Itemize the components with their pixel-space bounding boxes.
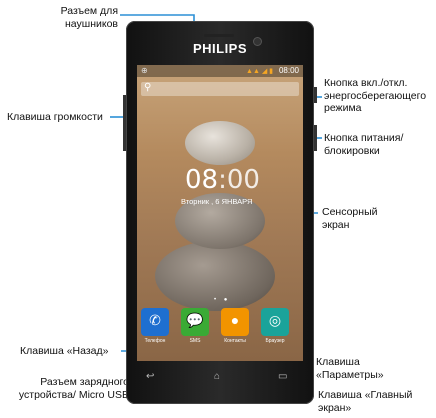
clock-widget: 08:00: [185, 165, 260, 195]
search-icon: ⚲: [144, 82, 152, 93]
callout-volume: Клавиша громкости: [7, 111, 103, 123]
phone-illustration: PHILIPS ⊕ ▲▲ ◢ ▮ 08:00 ⚲ 08:00 Вторник ,…: [123, 21, 317, 404]
app-browser[interactable]: ◎: [261, 308, 289, 336]
options-key[interactable]: ▭: [278, 371, 287, 382]
callout-touchscreen: Сенсорный экран: [322, 206, 378, 231]
app-phone-label: Телефон: [144, 338, 166, 344]
app-contacts[interactable]: ●: [221, 308, 249, 336]
callout-options: Клавиша «Параметры»: [316, 356, 384, 381]
app-phone[interactable]: ✆: [141, 308, 169, 336]
contacts-icon: ●: [230, 312, 240, 328]
callout-headphone: Разъем для наушников: [60, 5, 118, 30]
phone-icon: ✆: [149, 312, 161, 328]
date-label: Вторник , 6 ЯНВАРЯ: [181, 197, 253, 206]
status-bar: ⊕ ▲▲ ◢ ▮ 08:00: [137, 65, 303, 77]
power-key: [314, 125, 317, 151]
callout-power-save: Кнопка вкл./откл. энергосберегающего реж…: [324, 77, 427, 114]
globe-icon: ◎: [268, 312, 282, 328]
app-contacts-label: Контакты: [224, 338, 246, 344]
app-sms-label: SMS: [189, 338, 201, 344]
home-key[interactable]: ⌂: [214, 371, 220, 382]
search-bar[interactable]: ⚲: [141, 82, 299, 96]
clock-minutes: :00: [218, 165, 260, 195]
back-key[interactable]: ↩: [146, 371, 154, 382]
volume-key: [123, 95, 126, 151]
callout-back: Клавиша «Назад»: [20, 345, 109, 357]
callout-charger: Разъем зарядного устройства/ Micro USB: [18, 376, 129, 401]
clock-hours: 08: [185, 165, 219, 195]
chat-icon: 💬: [186, 312, 204, 328]
touchscreen: ⊕ ▲▲ ◢ ▮ 08:00 ⚲ 08:00 Вторник , 6 ЯНВАР…: [137, 65, 303, 361]
stone-top: [185, 121, 255, 165]
app-sms[interactable]: 💬: [181, 308, 209, 336]
power-save-key: [314, 87, 317, 103]
settings-icon: ⊕: [141, 66, 148, 75]
callout-home: Клавиша «Главный экран»: [318, 389, 413, 414]
page-indicator: • ●: [214, 297, 231, 303]
earpiece: [204, 34, 234, 37]
signal-icon: ▲▲ ◢ ▮: [246, 68, 273, 75]
app-browser-label: Браузер: [265, 338, 285, 344]
callout-power: Кнопка питания/ блокировки: [324, 132, 404, 157]
brand-logo: PHILIPS: [192, 41, 248, 56]
status-time: 08:00: [278, 66, 299, 75]
